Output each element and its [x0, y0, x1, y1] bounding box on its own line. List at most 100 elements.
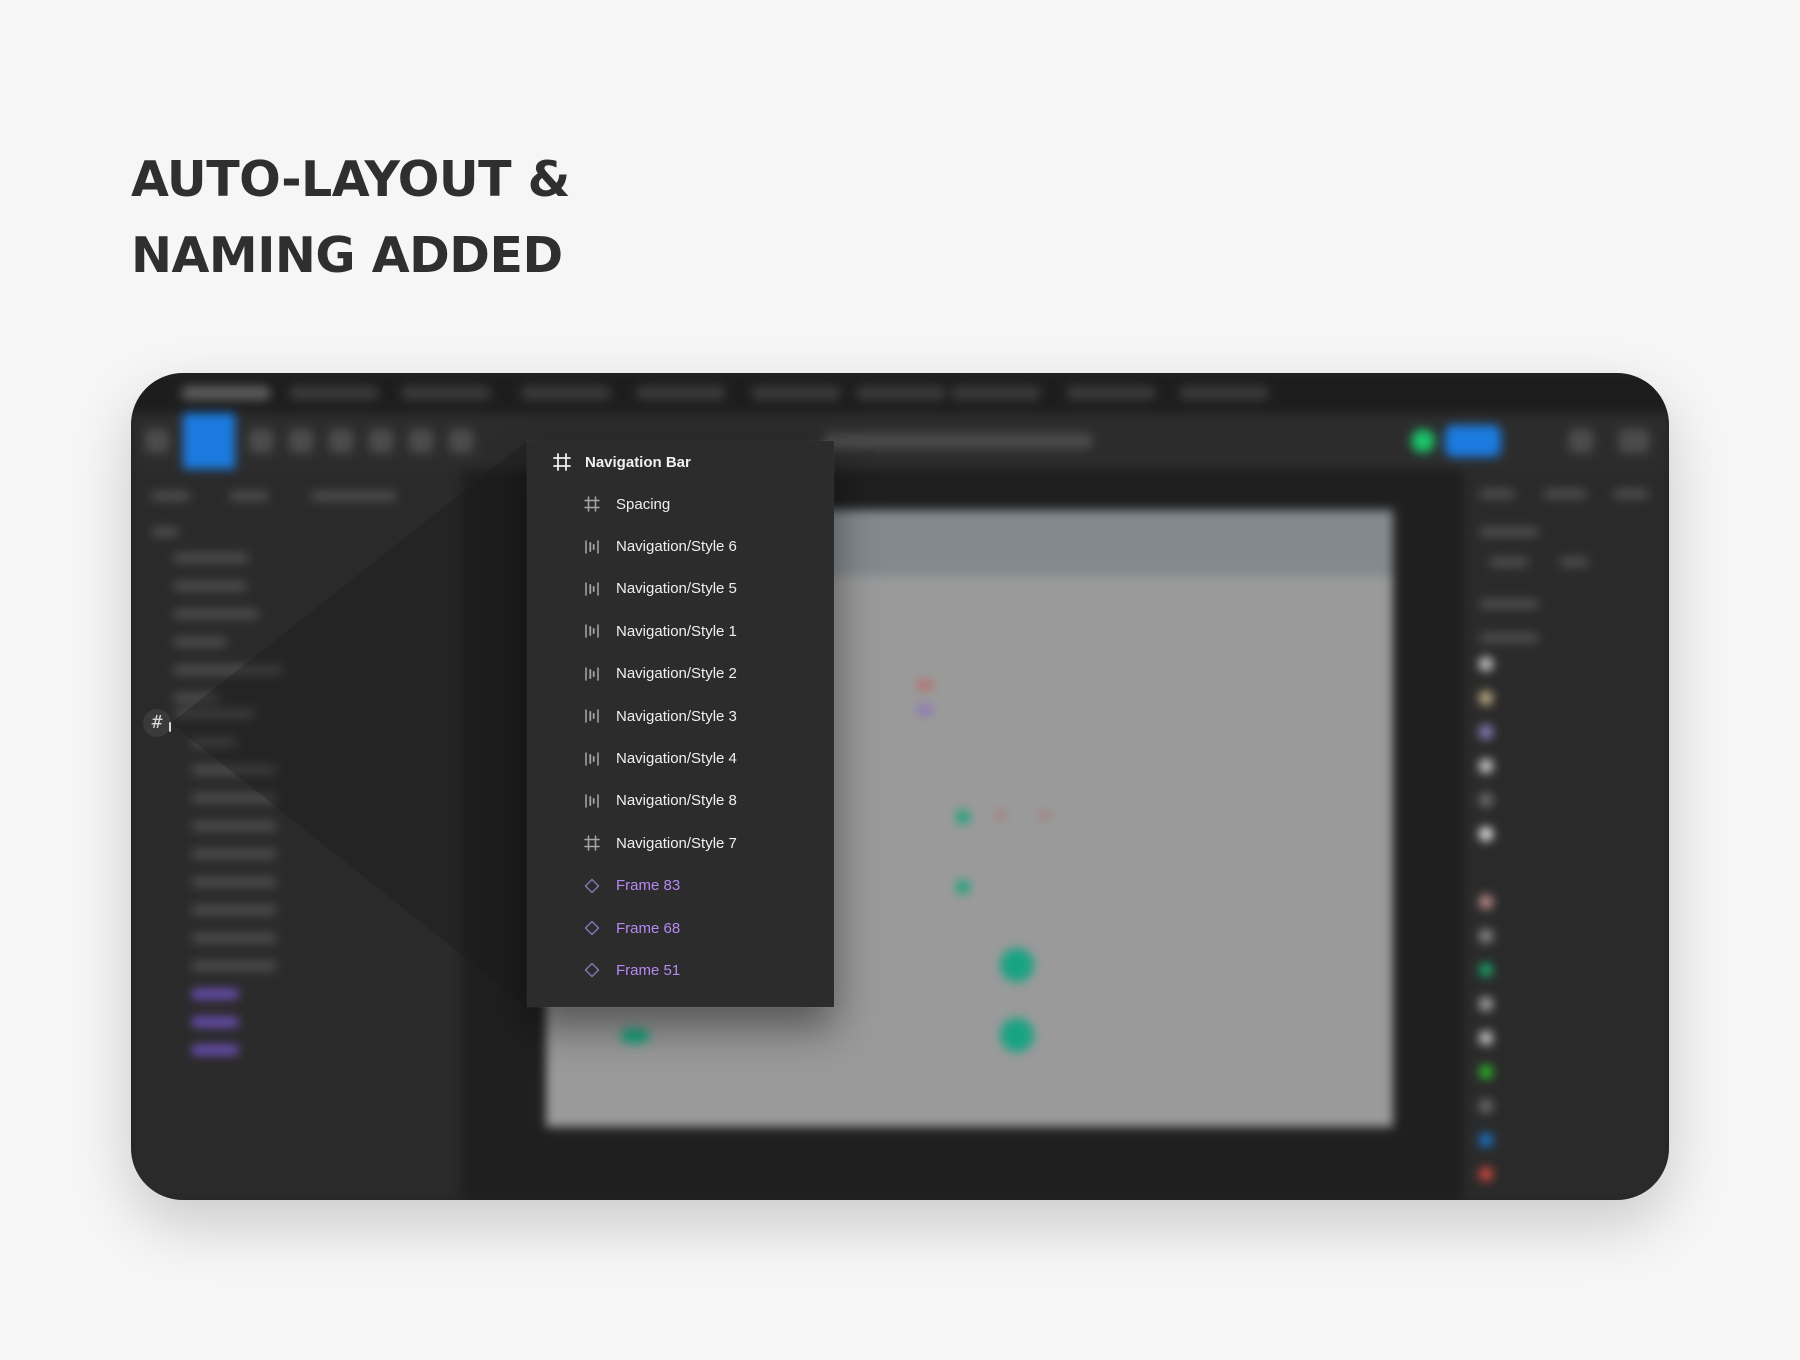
color-swatch[interactable]: [1479, 759, 1493, 773]
tab[interactable]: [1179, 386, 1269, 400]
text-cursor: [169, 722, 171, 732]
pen-tool-icon[interactable]: [329, 429, 353, 453]
user-avatar[interactable]: [1411, 429, 1435, 453]
list-item[interactable]: [173, 665, 283, 675]
layer-row[interactable]: Frame 51: [527, 949, 834, 991]
list-item[interactable]: [175, 709, 255, 719]
list-item[interactable]: [191, 933, 277, 943]
color-swatch[interactable]: [1479, 827, 1493, 841]
tab[interactable]: [289, 386, 379, 400]
tab[interactable]: [1066, 386, 1156, 400]
canvas-shape: [916, 680, 934, 690]
layer-name: Navigation/Style 3: [616, 707, 737, 725]
property-field[interactable]: [1489, 557, 1529, 567]
color-swatch[interactable]: [1479, 963, 1493, 977]
color-swatch[interactable]: [1479, 1065, 1493, 1079]
color-swatch[interactable]: [1479, 725, 1493, 739]
list-item[interactable]: [173, 609, 259, 619]
tab[interactable]: [636, 386, 726, 400]
page: AUTO-LAYOUT & NAMING ADDED # Navigation …: [0, 0, 1800, 1360]
layer-row[interactable]: Spacing: [527, 483, 834, 525]
page-title: AUTO-LAYOUT & NAMING ADDED: [131, 142, 570, 294]
auto-layout-icon: [584, 623, 600, 639]
layer-name: Navigation/Style 5: [616, 580, 737, 598]
tab[interactable]: [401, 386, 491, 400]
page-selector[interactable]: [311, 491, 397, 501]
auto-layout-icon: [584, 708, 600, 724]
list-item[interactable]: [191, 1017, 239, 1027]
color-swatch[interactable]: [1479, 691, 1493, 705]
list-item[interactable]: [173, 637, 227, 647]
tab[interactable]: [951, 386, 1041, 400]
color-swatch[interactable]: [1479, 929, 1493, 943]
layers-sidebar: [131, 469, 461, 1200]
layer-row-root[interactable]: Navigation Bar: [527, 441, 834, 483]
layer-row[interactable]: Navigation/Style 6: [527, 525, 834, 567]
prototype-tab[interactable]: [1543, 489, 1587, 499]
layer-name: Navigation/Style 2: [616, 665, 737, 683]
tab[interactable]: [856, 386, 946, 400]
layer-row[interactable]: Navigation/Style 3: [527, 695, 834, 737]
canvas-shape: [1000, 1018, 1034, 1052]
layer-row[interactable]: Navigation/Style 8: [527, 780, 834, 822]
layer-row[interactable]: Frame 68: [527, 907, 834, 949]
color-swatch[interactable]: [1479, 657, 1493, 671]
color-swatch[interactable]: [1479, 1099, 1493, 1113]
auto-layout-icon: [584, 581, 600, 597]
list-item[interactable]: [191, 765, 277, 775]
design-tab[interactable]: [1479, 489, 1515, 499]
section-header: [1479, 599, 1539, 609]
section-header: [1479, 633, 1539, 643]
canvas-shape: [1000, 948, 1034, 982]
layer-row[interactable]: Navigation/Style 2: [527, 653, 834, 695]
list-item[interactable]: [173, 693, 219, 703]
list-item[interactable]: [191, 737, 237, 747]
list-item[interactable]: [173, 553, 249, 563]
comment-tool-icon[interactable]: [449, 429, 473, 453]
frame-tool-icon[interactable]: [249, 429, 273, 453]
list-item[interactable]: [191, 989, 239, 999]
page-title-line-1: AUTO-LAYOUT &: [131, 151, 570, 208]
tab[interactable]: [751, 386, 841, 400]
color-swatch[interactable]: [1479, 793, 1493, 807]
property-field[interactable]: [1559, 557, 1589, 567]
color-swatch[interactable]: [1479, 997, 1493, 1011]
color-swatch[interactable]: [1479, 1167, 1493, 1181]
color-swatch[interactable]: [1479, 895, 1493, 909]
hand-tool-icon[interactable]: [409, 429, 433, 453]
zoom-control[interactable]: [1619, 429, 1649, 453]
list-item[interactable]: [191, 961, 277, 971]
move-tool-icon[interactable]: [183, 413, 235, 469]
layer-row[interactable]: Navigation/Style 7: [527, 822, 834, 864]
list-item[interactable]: [191, 877, 277, 887]
text-tool-icon[interactable]: [369, 429, 393, 453]
layers-tab[interactable]: [151, 491, 191, 501]
list-item[interactable]: [173, 581, 247, 591]
play-icon[interactable]: [1569, 429, 1593, 453]
menu-icon[interactable]: [145, 429, 169, 453]
file-title[interactable]: [823, 433, 1093, 449]
layer-list: Spacing Navigation/Style 6 Navigation/St…: [527, 483, 834, 992]
inspect-tab[interactable]: [1613, 489, 1649, 499]
list-item[interactable]: [191, 849, 277, 859]
list-item[interactable]: [191, 821, 277, 831]
layer-name: Navigation/Style 6: [616, 538, 737, 556]
tab[interactable]: [181, 386, 271, 400]
layer-row[interactable]: Navigation/Style 5: [527, 568, 834, 610]
layer-name: Spacing: [616, 495, 671, 513]
frame-icon: [553, 453, 571, 471]
list-item[interactable]: [191, 1045, 239, 1055]
color-swatch[interactable]: [1479, 1031, 1493, 1045]
list-item[interactable]: [191, 793, 277, 803]
share-button[interactable]: [1445, 425, 1501, 457]
layer-row[interactable]: Navigation/Style 1: [527, 610, 834, 652]
tab[interactable]: [521, 386, 611, 400]
color-swatch[interactable]: [1479, 1133, 1493, 1147]
shape-tool-icon[interactable]: [289, 429, 313, 453]
layer-row[interactable]: Navigation/Style 4: [527, 737, 834, 779]
pages-header: [151, 527, 179, 537]
list-item[interactable]: [191, 905, 277, 915]
assets-tab[interactable]: [229, 491, 269, 501]
component-instance-icon: [584, 962, 600, 978]
layer-row[interactable]: Frame 83: [527, 865, 834, 907]
